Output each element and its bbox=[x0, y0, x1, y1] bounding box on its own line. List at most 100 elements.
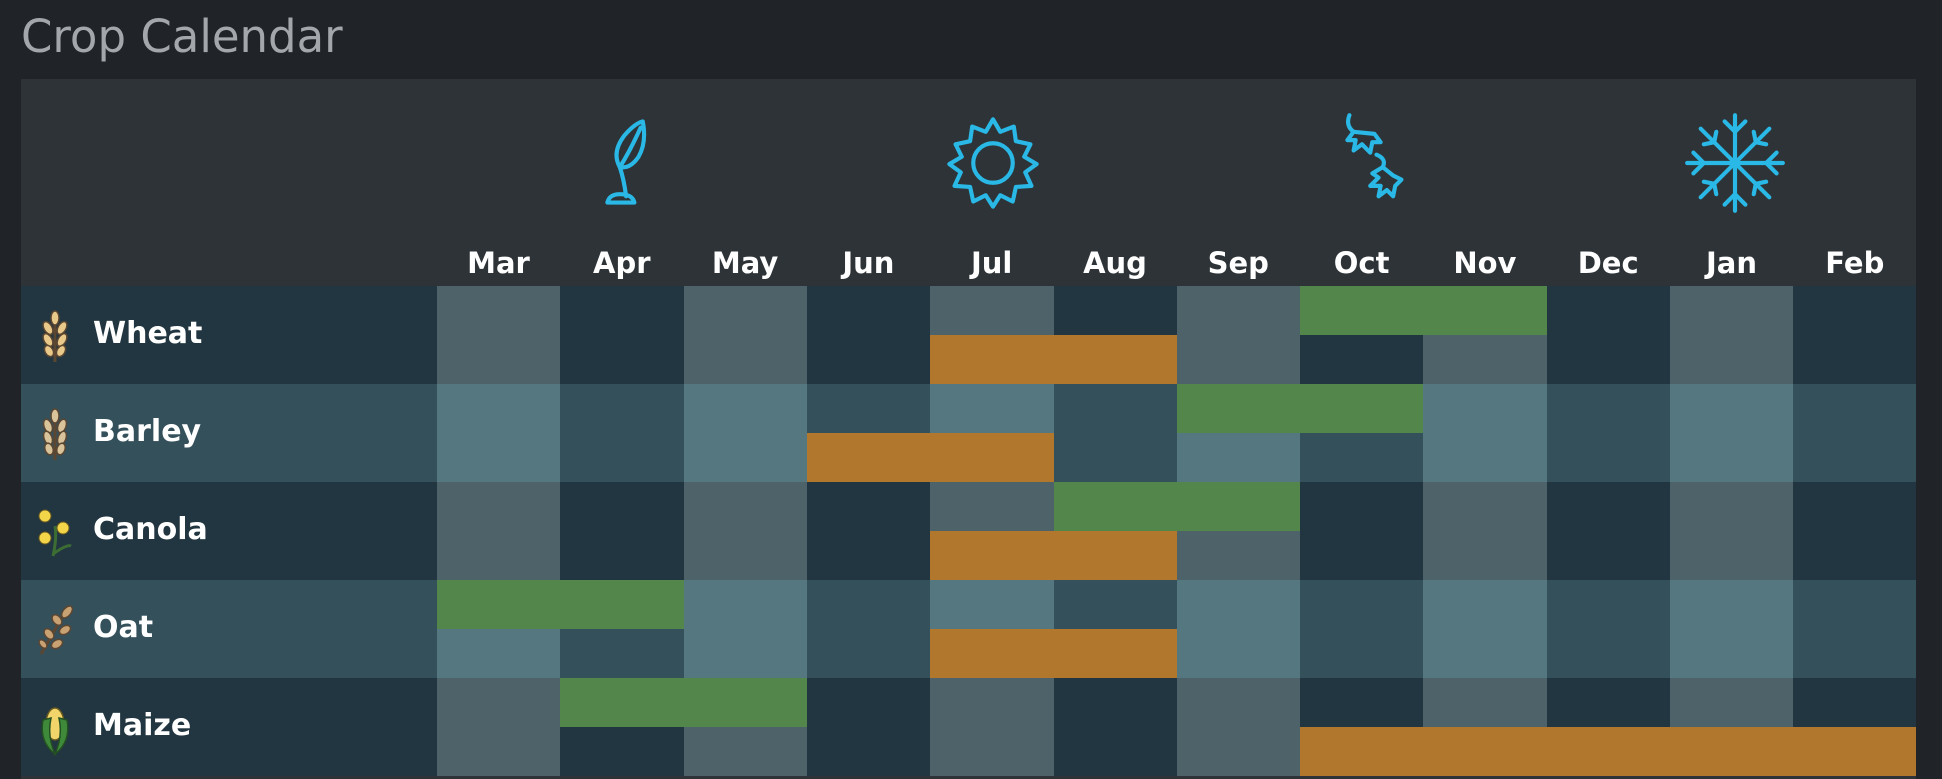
month-cell-apr bbox=[560, 286, 685, 384]
page-title: Crop Calendar bbox=[21, 10, 343, 63]
crop-row-maize: Maize bbox=[21, 678, 1916, 776]
crop-label: Oat bbox=[21, 580, 437, 678]
month-cell-aug bbox=[1053, 482, 1178, 580]
month-cell-may bbox=[683, 286, 808, 384]
month-cell-jul bbox=[930, 286, 1054, 384]
month-cell-oct bbox=[1300, 482, 1424, 580]
month-cell-aug bbox=[1053, 384, 1178, 482]
snowflake-icon bbox=[1683, 111, 1787, 215]
sprout-icon bbox=[572, 111, 676, 215]
month-cell-feb bbox=[1793, 580, 1916, 678]
month-cell-apr bbox=[560, 384, 685, 482]
month-cell-apr bbox=[560, 580, 685, 678]
month-cell-oct bbox=[1300, 286, 1424, 384]
crop-row-canola: Canola bbox=[21, 482, 1916, 580]
canola-icon bbox=[33, 506, 77, 560]
harvest-bar bbox=[930, 433, 1054, 482]
planting-bar bbox=[437, 580, 561, 629]
month-cell-jun bbox=[806, 286, 931, 384]
month-cell-aug bbox=[1053, 678, 1178, 776]
month-cell-sep bbox=[1176, 482, 1301, 580]
crop-name: Canola bbox=[93, 512, 208, 547]
month-cell-dec bbox=[1546, 384, 1671, 482]
month-cell-jun bbox=[806, 678, 931, 776]
crop-label: Barley bbox=[21, 384, 437, 482]
month-header-feb: Feb bbox=[1825, 246, 1885, 280]
month-cell-jun bbox=[806, 482, 931, 580]
planting-bar bbox=[560, 678, 685, 727]
month-cell-dec bbox=[1546, 482, 1671, 580]
month-header-mar: Mar bbox=[467, 246, 530, 280]
crop-label: Maize bbox=[21, 678, 437, 776]
month-cell-aug bbox=[1053, 286, 1178, 384]
month-cell-jul bbox=[930, 384, 1054, 482]
barley-icon bbox=[33, 408, 77, 462]
month-cell-nov bbox=[1423, 286, 1548, 384]
month-cell-apr bbox=[560, 678, 685, 776]
planting-bar bbox=[1176, 384, 1301, 433]
crop-name: Barley bbox=[93, 414, 202, 449]
harvest-bar bbox=[930, 335, 1054, 384]
month-cell-dec bbox=[1546, 580, 1671, 678]
month-cell-jun bbox=[806, 384, 931, 482]
month-cell-mar bbox=[437, 384, 561, 482]
month-header-jun: Jun bbox=[842, 246, 895, 280]
planting-bar bbox=[1300, 286, 1424, 335]
harvest-bar bbox=[1670, 727, 1794, 776]
crop-name: Oat bbox=[93, 610, 154, 645]
harvest-bar bbox=[1793, 727, 1916, 776]
crop-name: Wheat bbox=[93, 316, 203, 351]
month-cell-feb bbox=[1793, 482, 1916, 580]
month-header-may: May bbox=[711, 246, 779, 280]
month-cell-feb bbox=[1793, 678, 1916, 776]
harvest-bar bbox=[1053, 629, 1178, 678]
wheat-icon bbox=[33, 310, 77, 364]
month-cell-jan bbox=[1670, 580, 1794, 678]
falling-leaves-icon bbox=[1312, 111, 1416, 215]
month-cell-mar bbox=[437, 286, 561, 384]
month-cell-sep bbox=[1176, 678, 1301, 776]
month-cell-sep bbox=[1176, 384, 1301, 482]
month-cell-feb bbox=[1793, 384, 1916, 482]
month-header-jan: Jan bbox=[1705, 246, 1757, 280]
harvest-bar bbox=[1300, 727, 1424, 776]
crop-row-wheat: Wheat bbox=[21, 286, 1916, 384]
harvest-bar bbox=[1546, 727, 1671, 776]
month-cell-nov bbox=[1423, 678, 1548, 776]
month-cell-may bbox=[683, 678, 808, 776]
month-cell-nov bbox=[1423, 384, 1548, 482]
month-cell-dec bbox=[1546, 678, 1671, 776]
crop-calendar-table: Mar Apr May Jun Jul Aug Sep Oct Nov Dec Jan Feb Whe… bbox=[21, 79, 1916, 779]
month-cell-nov bbox=[1423, 482, 1548, 580]
sun-icon bbox=[941, 111, 1045, 215]
harvest-bar bbox=[1053, 335, 1178, 384]
planting-bar bbox=[560, 580, 685, 629]
month-cell-oct bbox=[1300, 384, 1424, 482]
planting-bar bbox=[1300, 384, 1424, 433]
month-cell-jul bbox=[930, 482, 1054, 580]
month-cell-dec bbox=[1546, 286, 1671, 384]
month-header-apr: Apr bbox=[593, 246, 651, 280]
month-header-oct: Oct bbox=[1333, 246, 1390, 280]
month-cell-oct bbox=[1300, 678, 1424, 776]
month-cell-mar bbox=[437, 678, 561, 776]
month-cell-sep bbox=[1176, 580, 1301, 678]
planting-bar bbox=[1176, 482, 1301, 531]
crop-label: Wheat bbox=[21, 286, 437, 384]
harvest-bar bbox=[930, 629, 1054, 678]
month-cell-jan bbox=[1670, 678, 1794, 776]
month-cell-jan bbox=[1670, 482, 1794, 580]
month-cell-jul bbox=[930, 580, 1054, 678]
month-header-sep: Sep bbox=[1207, 246, 1269, 280]
month-cell-aug bbox=[1053, 580, 1178, 678]
month-cell-feb bbox=[1793, 286, 1916, 384]
month-header-jul: Jul bbox=[970, 246, 1013, 280]
crop-name: Maize bbox=[93, 708, 192, 743]
month-cell-mar bbox=[437, 580, 561, 678]
month-header-aug: Aug bbox=[1083, 246, 1147, 280]
crop-row-oat: Oat bbox=[21, 580, 1916, 678]
crop-label: Canola bbox=[21, 482, 437, 580]
month-cell-apr bbox=[560, 482, 685, 580]
month-cell-jan bbox=[1670, 384, 1794, 482]
month-cell-mar bbox=[437, 482, 561, 580]
